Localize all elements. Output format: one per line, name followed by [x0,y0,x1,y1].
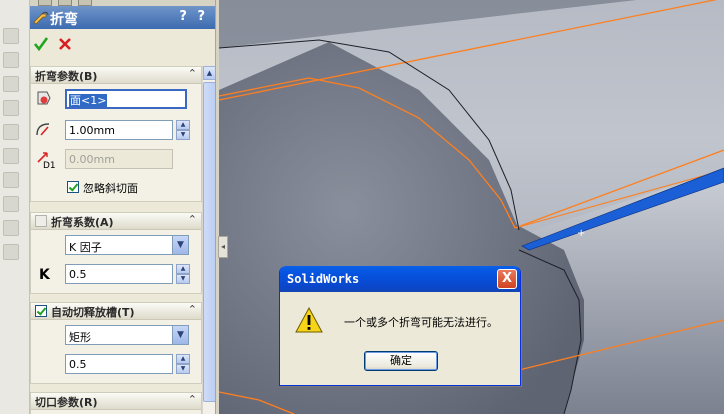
depth-label: D1 [43,161,56,171]
svg-text:+: + [577,228,585,239]
dialog-message: 一个或多个折弯可能无法进行。 [344,316,498,329]
toolbar-icon[interactable] [3,244,19,260]
depth-input: 0.00mm [65,149,173,169]
toolbar-icon[interactable] [3,100,19,116]
k-factor-input[interactable]: 0.5 [65,264,173,284]
bend-allowance-select[interactable]: K 因子 ▼ [65,235,189,255]
dialog-title-bar[interactable]: SolidWorks X [280,266,520,292]
dialog-close-button[interactable]: X [497,269,517,289]
warning-dialog: SolidWorks X 一个或多个折弯可能无法进行。 确定 [279,266,521,386]
toolbar-icon[interactable] [3,148,19,164]
relief-type-select[interactable]: 矩形 ▼ [65,325,189,345]
stepper-down-icon[interactable]: ▼ [176,364,190,374]
group-title: 切口参数(R) [35,396,98,409]
dialog-ok-button[interactable]: 确定 [364,351,438,371]
relief-ratio-input[interactable]: 0.5 [65,354,173,374]
rip-parameters-group: 切口参数(R) ⌃ [30,392,202,414]
group-title: 折弯系数(A) [51,216,114,229]
stepper-up-icon[interactable]: ▲ [176,264,190,274]
panel-splitter[interactable] [216,0,219,414]
toolbar-icon[interactable] [3,124,19,140]
page-title: 折弯 [50,12,78,28]
bend-allowance-checkbox[interactable] [35,215,47,227]
ignore-bevel-label: 忽略斜切面 [83,182,138,195]
k-factor-stepper[interactable]: ▲ ▼ [176,264,190,284]
collapse-icon[interactable]: ⌃ [188,303,197,316]
property-manager: 折弯 ? ? 折弯参数(B) ⌃ 面<1> 1.00mm ▲ ▼ D1 0.00… [30,0,216,414]
bend-radius-input[interactable]: 1.00mm [65,120,173,140]
k-factor-label: K [39,267,50,283]
warning-icon [295,306,323,333]
chevron-down-icon[interactable]: ▼ [172,236,188,254]
ok-button[interactable] [33,36,49,52]
stepper-up-icon[interactable]: ▲ [176,120,190,130]
radius-stepper[interactable]: ▲ ▼ [176,120,190,140]
group-title: 折弯参数(B) [35,70,98,83]
relief-ratio-stepper[interactable]: ▲ ▼ [176,354,190,374]
sheet-metal-bend-icon [33,11,49,25]
bend-radius-icon [36,123,50,136]
group-header[interactable]: 折弯参数(B) ⌃ [31,67,201,84]
close-icon [59,38,71,50]
panel-scrollbar[interactable]: ▲ [202,66,215,414]
bend-parameters-group: 折弯参数(B) ⌃ 面<1> 1.00mm ▲ ▼ D1 0.00mm 忽略斜切… [30,66,202,202]
collapse-icon[interactable]: ⌃ [188,393,197,406]
property-manager-title-bar: 折弯 ? ? [30,6,215,29]
stepper-up-icon[interactable]: ▲ [176,354,190,364]
ignore-bevel-checkbox[interactable] [67,181,79,193]
toolbar-icon[interactable] [3,28,19,44]
collapse-icon[interactable]: ⌃ [188,67,197,80]
collapse-icon[interactable]: ⌃ [188,213,197,226]
stepper-down-icon[interactable]: ▼ [176,274,190,284]
feature-manager-strip [0,0,30,414]
cancel-button[interactable] [57,36,73,52]
toolbar-icon[interactable] [3,76,19,92]
fixed-face-icon [37,91,51,105]
stepper-down-icon[interactable]: ▼ [176,130,190,140]
group-header[interactable]: 自动切释放槽(T) ⌃ [31,303,201,320]
bend-allowance-group: 折弯系数(A) ⌃ K 因子 ▼ K 0.5 ▲ ▼ [30,212,202,294]
fixed-face-field[interactable]: 面<1> [65,89,187,109]
group-title: 自动切释放槽(T) [51,306,135,319]
toolbar-icon[interactable] [3,172,19,188]
scroll-up-icon[interactable]: ▲ [203,66,215,80]
checkmark-icon [33,37,49,52]
auto-relief-checkbox[interactable] [35,305,47,317]
group-header[interactable]: 切口参数(R) ⌃ [31,393,201,410]
toolbar-icon[interactable] [3,196,19,212]
toolbar-icon[interactable] [3,52,19,68]
help-icon[interactable]: ? ? [179,9,208,24]
collapse-panel-handle[interactable]: ◂ [218,236,228,258]
toolbar-icon[interactable] [3,220,19,236]
group-header[interactable]: 折弯系数(A) ⌃ [31,213,201,230]
chevron-down-icon[interactable]: ▼ [172,326,188,344]
auto-relief-group: 自动切释放槽(T) ⌃ 矩形 ▼ 0.5 ▲ ▼ [30,302,202,384]
scroll-thumb[interactable] [203,82,215,402]
dialog-title: SolidWorks [287,272,360,286]
